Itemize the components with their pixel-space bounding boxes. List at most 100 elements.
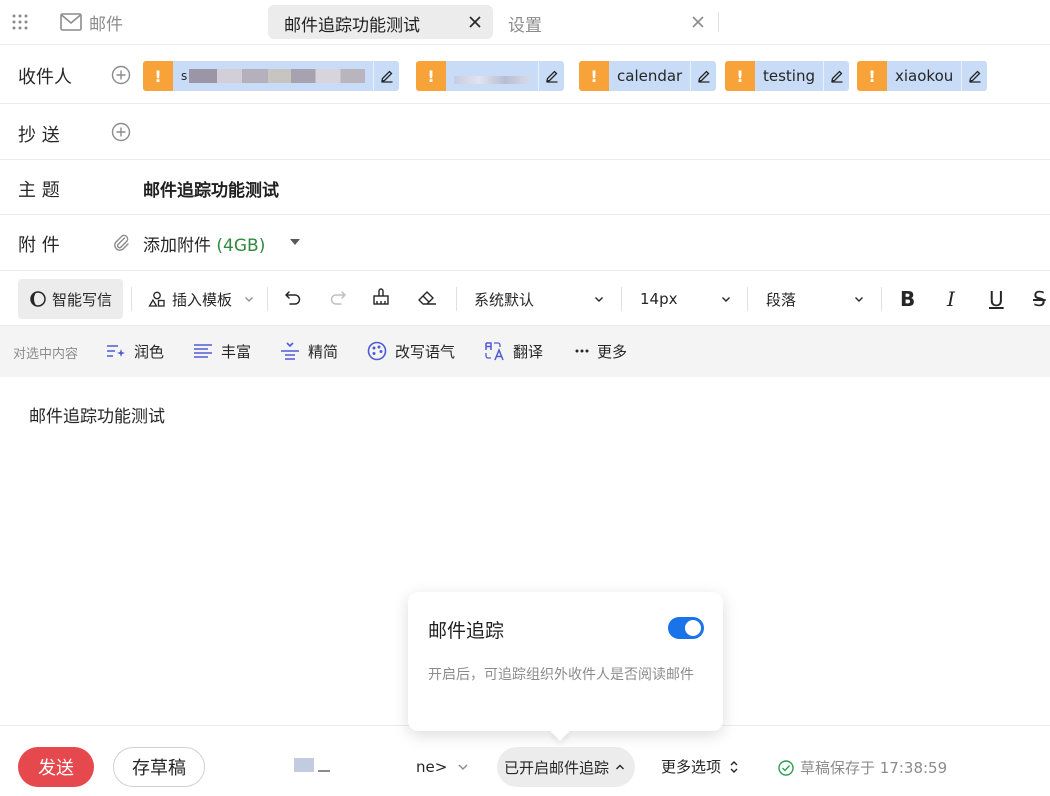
format-toolbar: 智能写信 插入模板 系统默认 14px 段落 B I U S [0, 271, 1050, 326]
strikethrough-button[interactable]: S [1033, 287, 1046, 311]
send-button[interactable]: 发送 [18, 747, 94, 787]
enrich-button[interactable]: 丰富 [193, 340, 251, 362]
edit-icon[interactable] [538, 61, 564, 91]
warning-icon: ! [857, 61, 887, 91]
tab-compose[interactable]: 邮件追踪功能测试 [268, 5, 493, 39]
rewrite-tone-button[interactable]: 改写语气 [367, 340, 455, 362]
add-recipient-icon[interactable] [111, 65, 131, 85]
translate-label: 翻译 [513, 342, 544, 361]
italic-button[interactable]: I [947, 287, 955, 311]
chevron-down-icon [595, 297, 603, 302]
translate-icon [485, 342, 504, 361]
edit-icon[interactable] [690, 61, 717, 91]
tab-mail[interactable]: 邮件 [60, 10, 123, 35]
rewrite-tone-label: 改写语气 [395, 342, 456, 361]
ai-bar-label: 对选中内容 [13, 347, 79, 362]
warning-icon: ! [143, 61, 173, 91]
warning-icon: ! [579, 61, 609, 91]
eraser-icon[interactable] [416, 287, 438, 307]
chevron-down-icon [245, 297, 253, 302]
cc-row: 抄 送 [0, 104, 1050, 160]
recipient-name: testing [755, 61, 824, 91]
recipient-name: calendar [609, 61, 691, 91]
edit-icon[interactable] [961, 61, 988, 91]
insert-template-button[interactable]: 插入模板 [148, 279, 254, 319]
polish-button[interactable]: 润色 [106, 340, 164, 362]
redo-icon[interactable] [329, 288, 347, 306]
add-attachment-label: 添加附件 [143, 236, 211, 256]
format-painter-icon[interactable] [371, 287, 391, 307]
save-draft-button[interactable]: 存草稿 [113, 747, 205, 787]
condense-button[interactable]: 精简 [280, 340, 338, 362]
font-size-value: 14px [640, 290, 678, 308]
chevron-down-icon[interactable] [457, 762, 469, 772]
attachment-dropdown-caret[interactable] [290, 239, 300, 245]
chevron-down-icon [855, 297, 863, 302]
saved-status-text: 草稿保存于 17:38:59 [800, 759, 948, 777]
subject-input[interactable]: 邮件追踪功能测试 [143, 176, 279, 201]
ellipsis-icon [575, 349, 589, 353]
tracking-label: 已开启邮件追踪 [504, 758, 610, 777]
popover-description: 开启后，可追踪组织外收件人是否阅读邮件 [428, 667, 694, 683]
edit-icon[interactable] [823, 61, 850, 91]
close-icon[interactable] [467, 14, 483, 30]
redacted-block [189, 69, 365, 83]
more-options-button[interactable]: 更多选项 [661, 756, 739, 777]
chevron-up-icon [616, 764, 625, 770]
warning-icon: ! [725, 61, 755, 91]
chevron-down-icon [722, 297, 730, 302]
paragraph-select[interactable]: 段落 [766, 279, 864, 319]
recipient-name [446, 61, 538, 91]
recipient-chip[interactable]: ! calendar [579, 61, 717, 91]
mail-icon [60, 13, 82, 31]
toolbar-divider [881, 287, 882, 311]
underline-button[interactable]: U [989, 287, 1004, 311]
toolbar-divider [131, 287, 132, 311]
paperclip-icon[interactable] [112, 233, 130, 251]
tab-compose-label: 邮件追踪功能测试 [284, 16, 420, 36]
recipients-label: 收件人 [18, 67, 72, 88]
undo-icon[interactable] [284, 288, 302, 306]
recipients-row: 收件人 ! s ! ! calendar ! testing ! xiaokou [0, 46, 1050, 104]
tab-bar: 邮件 邮件追踪功能测试 设置 [0, 0, 1050, 45]
redacted-block [294, 758, 314, 772]
tab-settings-label: 设置 [508, 16, 542, 36]
font-size-select[interactable]: 14px [640, 279, 731, 319]
tracking-button[interactable]: 已开启邮件追踪 [497, 747, 635, 787]
font-family-value: 系统默认 [474, 290, 535, 309]
polish-label: 润色 [134, 342, 165, 361]
close-icon[interactable] [690, 14, 706, 30]
ai-write-label: 智能写信 [52, 290, 113, 309]
cc-label: 抄 送 [18, 125, 60, 146]
edit-icon[interactable] [373, 61, 399, 91]
tab-settings[interactable]: 设置 [498, 5, 718, 39]
popover-title: 邮件追踪 [428, 620, 505, 642]
more-ai-button[interactable]: 更多 [575, 340, 627, 362]
toolbar-divider [621, 287, 622, 311]
recipient-chip[interactable]: ! xiaokou [857, 61, 988, 91]
tracking-popover: 邮件追踪 开启后，可追踪组织外收件人是否阅读邮件 [408, 592, 723, 731]
apps-grid-icon[interactable] [11, 13, 29, 31]
sender-select[interactable]: ne> [416, 758, 447, 776]
recipient-chip[interactable]: ! [416, 61, 564, 91]
draft-saved-status: 草稿保存于 17:38:59 [778, 757, 947, 778]
compose-window: 邮件 邮件追踪功能测试 设置 收件人 ! s ! ! calendar ! te… [0, 0, 1050, 796]
recipient-chip[interactable]: ! s [143, 61, 399, 91]
more-ai-label: 更多 [597, 342, 628, 361]
tab-divider [718, 12, 719, 32]
bold-button[interactable]: B [900, 287, 915, 311]
attachment-size-limit: (4GB) [216, 236, 266, 256]
recipient-name: s [173, 61, 373, 91]
font-family-select[interactable]: 系统默认 [474, 279, 604, 319]
attachment-label: 附 件 [18, 235, 60, 256]
add-attachment-button[interactable]: 添加附件 (4GB) [143, 231, 265, 256]
add-cc-icon[interactable] [111, 122, 131, 142]
subject-row: 主 题 邮件追踪功能测试 [0, 160, 1050, 215]
redacted-block [454, 76, 530, 84]
translate-button[interactable]: 翻译 [485, 340, 543, 362]
ai-write-button[interactable]: 智能写信 [18, 279, 123, 319]
recipient-chip[interactable]: ! testing [725, 61, 850, 91]
toggle-knob [685, 620, 701, 636]
ai-circle-icon [30, 291, 46, 307]
tracking-toggle[interactable] [668, 617, 704, 639]
